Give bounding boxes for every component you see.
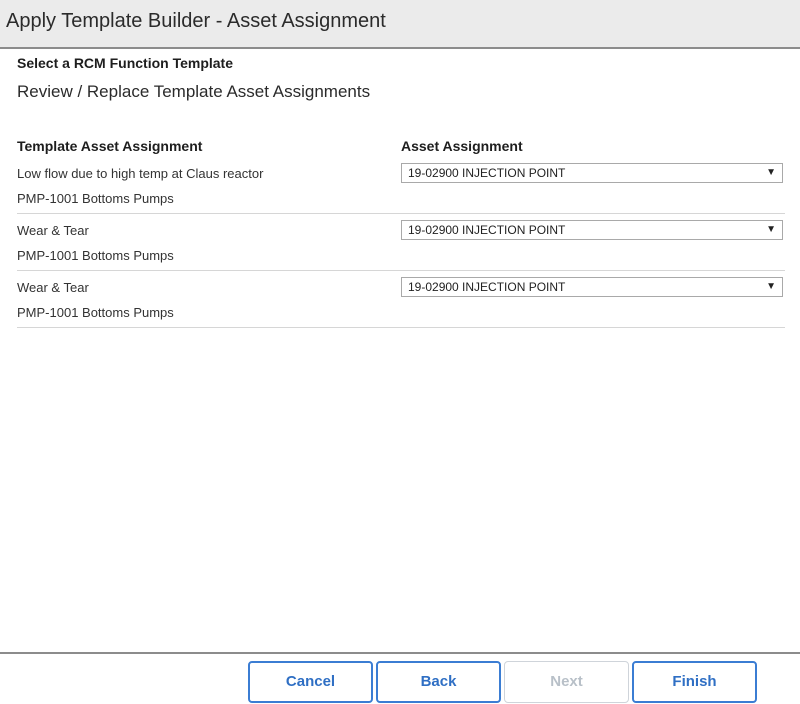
asset-assignment-select[interactable]: 19-02900 INJECTION POINT ▼ (401, 220, 783, 240)
assignment-row: Wear & Tear PMP-1001 Bottoms Pumps 19-02… (17, 271, 785, 328)
function-label: Low flow due to high temp at Claus react… (17, 166, 264, 181)
asset-assignment-select[interactable]: 19-02900 INJECTION POINT ▼ (401, 163, 783, 183)
asset-assignment-dialog: Apply Template Builder - Asset Assignmen… (0, 0, 800, 704)
template-asset-assignment-header: Template Asset Assignment (17, 138, 203, 154)
assignment-row: Wear & Tear PMP-1001 Bottoms Pumps 19-02… (17, 214, 785, 271)
template-asset-label: PMP-1001 Bottoms Pumps (17, 191, 174, 206)
back-button[interactable]: Back (376, 661, 501, 703)
dialog-title: Apply Template Builder - Asset Assignmen… (6, 10, 386, 32)
chevron-down-icon: ▼ (766, 167, 776, 178)
function-label: Wear & Tear (17, 280, 89, 295)
cancel-button[interactable]: Cancel (248, 661, 373, 703)
asset-assignment-select[interactable]: 19-02900 INJECTION POINT ▼ (401, 277, 783, 297)
template-asset-label: PMP-1001 Bottoms Pumps (17, 248, 174, 263)
step-subtitle: Review / Replace Template Asset Assignme… (17, 82, 371, 101)
title-bar: Apply Template Builder - Asset Assignmen… (0, 0, 800, 49)
step-title: Select a RCM Function Template (17, 55, 233, 71)
next-button: Next (504, 661, 629, 703)
finish-button[interactable]: Finish (632, 661, 757, 703)
chevron-down-icon: ▼ (766, 281, 776, 292)
asset-assignment-value: 19-02900 INJECTION POINT (408, 223, 566, 237)
asset-assignment-value: 19-02900 INJECTION POINT (408, 280, 566, 294)
assignment-list: Low flow due to high temp at Claus react… (17, 157, 785, 328)
chevron-down-icon: ▼ (766, 224, 776, 235)
asset-assignment-value: 19-02900 INJECTION POINT (408, 166, 566, 180)
assignment-row: Low flow due to high temp at Claus react… (17, 157, 785, 214)
function-label: Wear & Tear (17, 223, 89, 238)
template-asset-label: PMP-1001 Bottoms Pumps (17, 305, 174, 320)
asset-assignment-header: Asset Assignment (401, 138, 523, 154)
footer-divider (0, 652, 800, 654)
